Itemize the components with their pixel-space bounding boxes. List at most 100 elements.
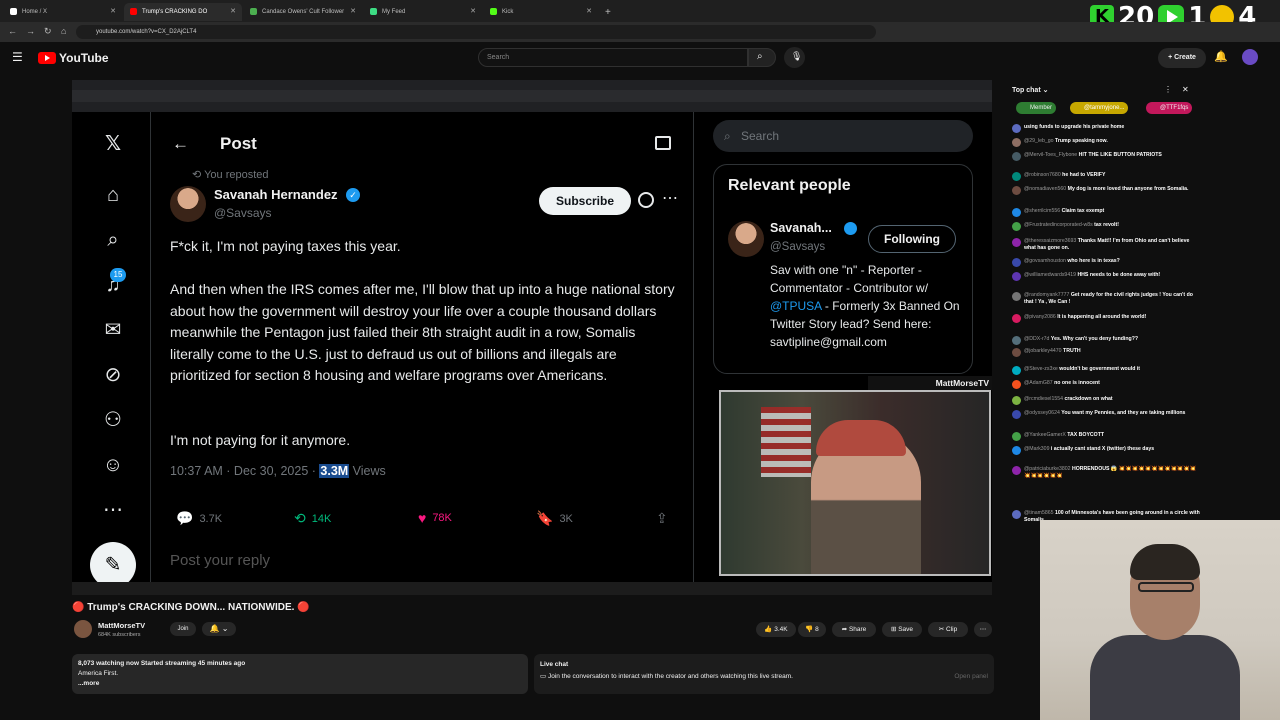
chat-message[interactable]: @Steve-zs3xe wouldn't be government woul…	[1012, 366, 1200, 375]
chat-message[interactable]: @odyssey0624 You want my Pennies, and th…	[1012, 410, 1200, 419]
chat-message[interactable]: @rcmdiesel1554 crackdown on what	[1012, 396, 1200, 405]
chat-username[interactable]: @rcmdiesel1554	[1024, 396, 1063, 402]
chat-message[interactable]: @williamedwards9419 HHS needs to be done…	[1012, 272, 1200, 281]
chat-avatar[interactable]	[1012, 396, 1021, 405]
search-input[interactable]: Search	[478, 48, 748, 67]
chat-username[interactable]: @pivany2086	[1024, 314, 1056, 320]
messages-icon[interactable]: ✉	[100, 317, 126, 343]
chat-avatar[interactable]	[1012, 124, 1021, 133]
chat-username[interactable]: @patriciaburke3802	[1024, 466, 1071, 472]
chat-message[interactable]: @Mervil-Toes_Flybone HIT THE LIKE BUTTON…	[1012, 152, 1200, 161]
clip-button[interactable]: ✂ Clip	[928, 622, 968, 637]
person-avatar[interactable]	[728, 221, 764, 257]
chat-username[interactable]: @govsamhouston	[1024, 258, 1066, 264]
author-avatar[interactable]	[170, 186, 206, 222]
chat-avatar[interactable]	[1012, 152, 1021, 161]
communities-icon[interactable]: ⚇	[100, 407, 126, 433]
chat-username[interactable]: @randomyank7777	[1024, 292, 1069, 298]
chat-message[interactable]: @Frustratedincorporated-w8s tax revolt!	[1012, 222, 1200, 231]
author-name[interactable]: Savanah Hernandez	[214, 187, 338, 202]
person-name[interactable]: Savanah...	[770, 221, 832, 235]
chat-message[interactable]: @pivany2086 It is happening all around t…	[1012, 314, 1200, 323]
forward-icon[interactable]: →	[26, 26, 35, 36]
pinned-user-chip[interactable]: @tammyjone...	[1070, 102, 1129, 114]
close-tab-icon[interactable]: ✕	[230, 7, 236, 15]
chat-message[interactable]: @patriciaburke3802 HORRENDOUS 😱 💥💥💥💥💥💥💥💥…	[1012, 466, 1200, 480]
chat-avatar[interactable]	[1012, 172, 1021, 181]
chat-avatar[interactable]	[1012, 222, 1021, 231]
chat-username[interactable]: @williamedwards9419	[1024, 272, 1076, 278]
more-actions-button[interactable]: ⋯	[974, 622, 992, 637]
chat-message[interactable]: @29_leb_go Trump speaking now.	[1012, 138, 1200, 147]
close-tab-icon[interactable]: ✕	[350, 7, 356, 15]
home-icon[interactable]: ⌂	[61, 26, 66, 36]
x-logo-icon[interactable]: 𝕏	[100, 130, 126, 156]
chat-message[interactable]: @Mark309 i actually cant stand X (twitte…	[1012, 446, 1200, 455]
search-button[interactable]: ⌕	[748, 48, 776, 67]
member-chip[interactable]: Member	[1016, 102, 1057, 114]
join-button[interactable]: Join	[170, 622, 196, 636]
voice-search-button[interactable]: 🎙	[784, 47, 805, 68]
chat-username[interactable]: @tinam5865	[1024, 510, 1054, 516]
menu-icon[interactable]: ☰	[12, 50, 23, 64]
share-button[interactable]: ⇪	[656, 510, 668, 527]
url-field[interactable]: youtube.com/watch?v=CX_D2AjCLT4	[76, 25, 876, 39]
dislike-button[interactable]: 👎 8	[798, 622, 826, 637]
reply-input[interactable]: Post your reply	[170, 552, 270, 569]
account-avatar[interactable]	[1242, 49, 1258, 65]
chat-username[interactable]: @Mark309	[1024, 446, 1049, 452]
author-handle[interactable]: @Savsays	[214, 206, 272, 220]
chat-avatar[interactable]	[1012, 380, 1021, 389]
chat-more-icon[interactable]: ⋮	[1164, 85, 1172, 94]
create-button[interactable]: + Create	[1158, 48, 1206, 68]
chat-avatar[interactable]	[1012, 336, 1021, 345]
person-handle[interactable]: @Savsays	[770, 241, 825, 253]
chat-message[interactable]: @AdamG87 no one is innocent	[1012, 380, 1200, 389]
pinned-user-chip[interactable]: @TTF1fqs	[1146, 102, 1193, 114]
back-arrow-icon[interactable]: ←	[172, 134, 189, 154]
share-button[interactable]: ➦ Share	[832, 622, 876, 637]
chat-avatar[interactable]	[1012, 466, 1021, 475]
save-button[interactable]: ⊞ Save	[882, 622, 922, 637]
chat-message[interactable]: @sherrilcim556 Claim tax exempt	[1012, 208, 1200, 217]
notifications-bell-icon[interactable]: 🔔	[1214, 50, 1228, 63]
chat-username[interactable]: @jobarkley4470	[1024, 348, 1062, 354]
chat-message[interactable]: using funds to upgrade his private home	[1012, 124, 1200, 133]
chat-avatar[interactable]	[1012, 272, 1021, 281]
chat-message[interactable]: @YankeeGamerX TAX BOYCOTT	[1012, 432, 1200, 441]
home-icon[interactable]: ⌂	[100, 182, 126, 208]
chat-avatar[interactable]	[1012, 258, 1021, 267]
bookmark-button[interactable]: 🔖 3K	[536, 510, 573, 527]
repost-button[interactable]: ⟲ 14K	[294, 510, 331, 527]
chat-username[interactable]: @Mervil-Toes_Flybone	[1024, 152, 1077, 158]
chat-username[interactable]: @theressaizmore3693	[1024, 238, 1076, 244]
chat-avatar[interactable]	[1012, 432, 1021, 441]
chat-avatar[interactable]	[1012, 366, 1021, 375]
chat-message[interactable]: @robinson7680 he had to VERIFY	[1012, 172, 1200, 181]
chat-username[interactable]: @29_leb_go	[1024, 138, 1054, 144]
close-tab-icon[interactable]: ✕	[470, 7, 476, 15]
chat-username[interactable]: @robinson7680	[1024, 172, 1061, 178]
chat-username[interactable]: @AdamG87	[1024, 380, 1053, 386]
chat-avatar[interactable]	[1012, 138, 1021, 147]
browser-tab[interactable]: Home / X ✕	[4, 3, 122, 21]
more-options-icon[interactable]: ⋯	[662, 188, 678, 208]
chat-avatar[interactable]	[1012, 314, 1021, 323]
x-search-input[interactable]: ⌕ Search	[713, 120, 973, 152]
chat-message[interactable]: @nomadiaven560 My dog is more loved than…	[1012, 186, 1200, 195]
chat-avatar[interactable]	[1012, 446, 1021, 455]
reload-icon[interactable]: ↻	[44, 26, 52, 37]
reply-button[interactable]: 💬 3.7K	[176, 510, 222, 527]
browser-tab[interactable]: Candace Owens' Cult Follower ✕	[244, 3, 362, 21]
chat-username[interactable]: @Frustratedincorporated-w8s	[1024, 222, 1093, 228]
grok-explain-icon[interactable]	[638, 192, 654, 208]
chat-username[interactable]: @nomadiaven560	[1024, 186, 1066, 192]
grok-icon[interactable]: ⊘	[100, 362, 126, 388]
description-box[interactable]: 8,073 watching now Started streaming 45 …	[72, 654, 528, 694]
chat-message[interactable]: @DDX-r7d Yes. Why can't you deny funding…	[1012, 336, 1200, 345]
chat-mode-selector[interactable]: Top chat ⌄	[1012, 86, 1048, 94]
chat-message[interactable]: @randomyank7777 Get ready for the civil …	[1012, 292, 1200, 306]
channel-name[interactable]: MattMorseTV	[98, 621, 145, 630]
more-options-icon[interactable]: ⋯	[100, 497, 126, 523]
chat-username[interactable]: @odyssey0624	[1024, 410, 1060, 416]
